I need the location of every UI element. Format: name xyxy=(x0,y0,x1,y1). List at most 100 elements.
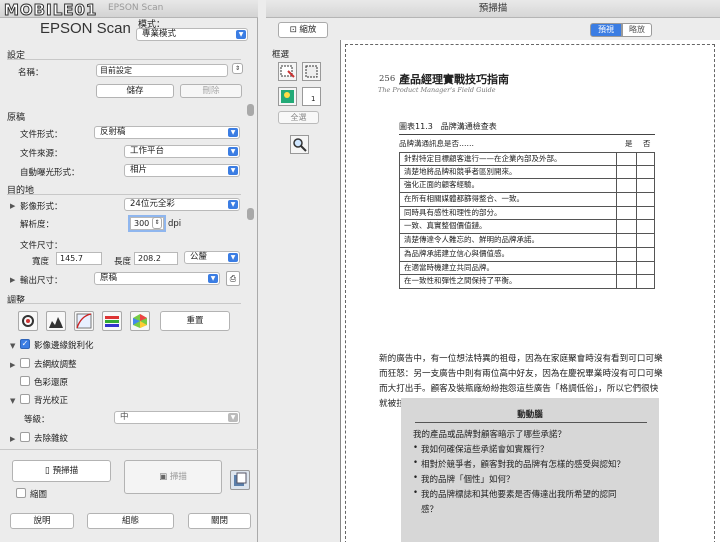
auto-locate-icon[interactable] xyxy=(278,87,297,106)
zoom-button[interactable]: ⊡ 縮放 xyxy=(278,22,328,38)
divider xyxy=(7,303,241,304)
close-button[interactable]: 關閉 xyxy=(188,513,251,529)
watermark: MOBILE01 xyxy=(3,1,98,20)
table-row: 在所有相關媒體都篩得整合、一致。 xyxy=(399,192,655,207)
descreen-label: 去網紋調整 xyxy=(34,360,77,370)
row-text: 一致、真實整個價值鏈。 xyxy=(404,221,487,231)
doc-size-label: 文件尺寸： xyxy=(20,241,63,251)
magnify-icon[interactable] xyxy=(290,135,309,154)
descreen-checkbox[interactable] xyxy=(20,358,30,368)
row-text: 在適當時機建立共同品牌。 xyxy=(404,262,494,272)
row-text: 強化正面的顧客經驗。 xyxy=(404,180,479,190)
chevron-down-icon: ▼ xyxy=(228,147,238,156)
tone-curve-icon[interactable] xyxy=(74,311,94,331)
chevron-down-icon: ▼ xyxy=(208,274,218,283)
image-type-value: 24位元全彩 xyxy=(130,199,175,209)
backlight-checkbox[interactable] xyxy=(20,394,30,404)
select-all-button[interactable]: 全選 xyxy=(278,111,319,124)
width-input[interactable]: 145.7 xyxy=(56,252,102,265)
scrollbar-thumb[interactable] xyxy=(247,104,254,116)
image-type-label: 影像形式： xyxy=(20,202,63,212)
save-button[interactable]: 儲存 xyxy=(96,84,174,98)
level-select[interactable]: 中 ▼ xyxy=(114,411,240,424)
chevron-down-icon: ▼ xyxy=(228,166,238,175)
height-value: 208.2 xyxy=(138,254,161,263)
color-palette-icon[interactable] xyxy=(130,311,150,331)
frame-label: 框選 xyxy=(272,50,290,60)
disclosure-triangle-icon[interactable]: ▼ xyxy=(10,342,15,350)
scan-button[interactable]: ▣ 掃描 xyxy=(124,460,222,494)
table-row: 強化正面的顧客經驗。 xyxy=(399,178,655,194)
document-icon: ▯ xyxy=(44,466,53,476)
doc-source-select[interactable]: 工作平台 ▼ xyxy=(124,145,240,158)
table-header-label: 品牌溝通訊息是否…… xyxy=(399,139,474,148)
preview-window-title: 預掃描 xyxy=(478,3,508,14)
tab-thumbnail[interactable]: 略放 xyxy=(622,23,652,37)
image-type-select[interactable]: 24位元全彩 ▼ xyxy=(124,198,240,211)
preview-window: 預掃描 ⊡ 縮放 預視 略放 框選 1 全選 256 產品經理實戰技巧指南 Th… xyxy=(266,0,720,542)
table-row: 同時具有感性和理性的部分。 xyxy=(399,205,655,221)
tab-preview[interactable]: 預視 xyxy=(590,23,622,37)
zoom-label: 縮放 xyxy=(299,25,317,35)
unit-select[interactable]: 公釐 ▼ xyxy=(184,251,240,264)
divider xyxy=(7,194,241,195)
name-stepper-icon[interactable]: ⇕ xyxy=(232,63,243,74)
resolution-value: 300 xyxy=(134,219,150,228)
auto-exposure-select[interactable]: 相片 ▼ xyxy=(124,164,240,177)
doc-source-label: 文件來源： xyxy=(20,149,63,159)
resolution-stepper-icon[interactable]: ⇕ xyxy=(152,217,162,229)
help-button[interactable]: 說明 xyxy=(10,513,74,529)
mode-select[interactable]: 專業模式 ▼ xyxy=(136,28,248,41)
delete-button[interactable]: 刪除 xyxy=(180,84,242,98)
disclosure-triangle-icon[interactable]: ▶ xyxy=(10,435,15,443)
row-text: 清楚傳達令人難忘的、鮮明的品牌承諾。 xyxy=(404,235,539,245)
color-restore-label: 色彩還原 xyxy=(34,378,69,388)
disclosure-triangle-icon[interactable]: ▶ xyxy=(10,361,15,369)
thumbnail-checkbox[interactable] xyxy=(16,488,26,498)
name-label: 名稱： xyxy=(18,68,44,78)
dust-removal-checkbox[interactable] xyxy=(20,432,30,442)
histogram-tool-icon[interactable] xyxy=(18,311,38,331)
table-row: 針對特定目標顧客進行——在企業內部及外部。 xyxy=(399,152,655,166)
page-number: 256 xyxy=(379,74,396,84)
output-size-select[interactable]: 原稿 ▼ xyxy=(94,272,220,285)
book-subtitle: The Product Manager's Field Guide xyxy=(378,86,496,94)
box-title: 動動腦 xyxy=(517,410,543,420)
height-input[interactable]: 208.2 xyxy=(134,252,178,265)
book-title: 產品經理實戰技巧指南 xyxy=(399,73,509,86)
brainstorm-box: 動動腦 我的產品或品牌對顧客暗示了哪些承諾？ 我如何確保這些承諾會如實履行？ 相… xyxy=(401,398,659,542)
level-label: 等級： xyxy=(24,415,50,425)
file-save-settings-icon[interactable] xyxy=(230,470,250,490)
adjust-header: 調整 xyxy=(7,296,26,306)
chevron-down-icon: ▼ xyxy=(228,413,238,422)
dpi-label: dpi xyxy=(168,219,182,229)
divider xyxy=(0,449,258,450)
preview-canvas[interactable]: 256 產品經理實戰技巧指南 The Product Manager's Fie… xyxy=(340,40,720,542)
color-balance-icon[interactable] xyxy=(102,311,122,331)
disclosure-triangle-icon[interactable]: ▶ xyxy=(10,276,15,284)
delete-marquee-icon[interactable] xyxy=(302,62,321,81)
reset-button[interactable]: 重置 xyxy=(160,311,230,331)
color-restore-checkbox[interactable] xyxy=(20,376,30,386)
col-no: 否 xyxy=(643,139,651,148)
output-size-settings-icon[interactable]: ⎙ xyxy=(226,271,240,286)
levels-icon[interactable] xyxy=(46,311,66,331)
config-button[interactable]: 組態 xyxy=(87,513,174,529)
doc-type-select[interactable]: 反射稿 ▼ xyxy=(94,126,240,139)
unsharp-checkbox[interactable]: ✓ xyxy=(20,339,30,349)
marquee-tool-icon[interactable] xyxy=(278,62,297,81)
auto-exposure-value: 相片 xyxy=(130,165,148,175)
disclosure-triangle-icon[interactable]: ▶ xyxy=(10,202,15,210)
row-text: 在所有相關媒體都篩得整合、一致。 xyxy=(404,194,524,204)
disclosure-triangle-icon[interactable]: ▼ xyxy=(10,397,15,405)
table-rule xyxy=(399,134,655,135)
row-text: 清楚地將品牌和競爭者區別開來。 xyxy=(404,166,517,176)
scrollbar-thumb[interactable] xyxy=(247,208,254,220)
box-bullet: 我的品牌「個性」如何？ xyxy=(413,473,514,485)
chevron-down-icon: ▼ xyxy=(228,253,238,262)
marquee-count-icon[interactable]: 1 xyxy=(302,87,321,106)
name-select[interactable]: 目前設定 xyxy=(96,64,228,77)
row-text: 同時具有感性和理性的部分。 xyxy=(404,207,502,217)
table-row: 在一致性和彈性之間保持了平衡。 xyxy=(399,274,655,289)
preview-button[interactable]: ▯ 預掃描 xyxy=(12,460,111,482)
